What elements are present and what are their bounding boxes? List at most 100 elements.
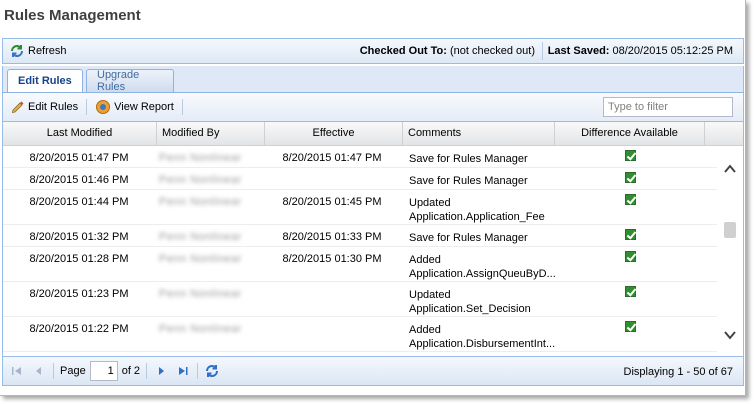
last-page-button[interactable] [175,363,191,379]
reload-icon [206,365,219,377]
first-page-button[interactable] [9,363,25,379]
difference-check-icon[interactable] [624,194,636,205]
modified-by-value: Penn Nonlinear [159,231,242,243]
view-report-label: View Report [114,101,174,113]
next-page-icon [159,367,165,375]
edit-rules-label: Edit Rules [28,101,79,113]
last-modified-cell: 8/20/2015 01:32 PM [29,231,129,243]
comments-cell: Updated Application.Application_Fee [409,196,555,224]
top-toolbar: Refresh Checked Out To: (not checked out… [2,38,744,64]
tab-edit-rules[interactable]: Edit Rules [7,69,83,92]
scrollbar-thumb[interactable] [724,222,736,238]
toolbar-separator [542,42,543,60]
scroll-up-icon[interactable] [723,162,737,176]
last-modified-cell: 8/20/2015 01:23 PM [29,288,129,300]
last-modified-cell: 8/20/2015 01:44 PM [29,196,129,208]
difference-check-icon[interactable] [624,150,636,161]
comment-line: Application.Application_Fee [409,211,545,223]
previous-page-icon [36,367,41,375]
modified-by-cell: Penn Nonlinear [159,196,263,208]
table-row[interactable]: 8/20/2015 01:23 PM Penn Nonlinear Update… [3,282,717,317]
comment-line: Updated [409,197,451,209]
last-saved-label: Last Saved: [547,45,610,57]
comments-cell: Save for Rules Manager [409,152,555,166]
vertical-scrollbar[interactable] [717,146,743,356]
comments-cell: Updated Application.Set_Decision [409,288,555,316]
pager-separator [53,363,54,379]
difference-check-icon[interactable] [624,172,636,183]
next-page-button[interactable] [153,363,169,379]
rules-grid: Last Modified Modified By Effective Comm… [2,122,744,356]
filter-input[interactable] [603,97,733,117]
difference-check-icon[interactable] [624,251,636,262]
comment-line: Application.AssignQueuByD... [409,268,556,280]
refresh-label: Refresh [28,45,67,57]
comment-line: Save for Rules Manager [409,175,528,187]
tab-strip: Edit Rules Upgrade Rules [2,66,744,93]
last-modified-cell: 8/20/2015 01:28 PM [29,253,129,265]
difference-check-icon[interactable] [624,229,636,240]
table-row[interactable]: 8/20/2015 01:32 PM Penn Nonlinear 8/20/2… [3,225,717,247]
last-saved-status: Last Saved: 08/20/2015 05:12:25 PM [548,45,733,57]
modified-by-value: Penn Nonlinear [159,253,242,265]
view-report-button[interactable]: View Report [95,99,174,115]
column-header-last-modified[interactable]: Last Modified [3,122,157,146]
comment-line: Added [409,324,441,336]
difference-cell [555,229,705,243]
page-number-input[interactable] [89,361,118,381]
effective-cell: 8/20/2015 01:45 PM [282,196,382,208]
table-row[interactable]: 8/20/2015 01:22 PM Penn Nonlinear Added A… [3,317,717,352]
checked-out-label: Checked Out To: [359,45,447,57]
comments-cell: Added Application.AssignQueuByD... [409,253,556,281]
refresh-button[interactable]: Refresh [9,43,67,59]
effective-cell: 8/20/2015 01:33 PM [282,231,382,243]
last-modified-cell: 8/20/2015 01:46 PM [29,174,129,186]
last-page-icon [179,367,188,375]
grid-body: 8/20/2015 01:47 PM Penn Nonlinear 8/20/2… [3,146,717,352]
difference-cell [555,251,705,265]
modified-by-cell: Penn Nonlinear [159,323,263,335]
scroll-down-icon[interactable] [723,328,737,342]
pager-separator [197,363,199,379]
page-label: Page [60,365,86,377]
rules-toolbar: Edit Rules View Report [2,92,744,122]
modified-by-cell: Penn Nonlinear [159,174,263,186]
paging-summary: Displaying 1 - 50 of 67 [623,366,733,378]
modified-by-value: Penn Nonlinear [159,288,242,300]
modified-by-cell: Penn Nonlinear [159,288,263,300]
tab-upgrade-rules[interactable]: Upgrade Rules [86,69,174,93]
column-header-modified-by[interactable]: Modified By [157,122,265,146]
column-header-effective[interactable]: Effective [265,122,403,146]
comments-cell: Save for Rules Manager [409,174,555,188]
comment-line: Application.DisbursementInt... [409,338,556,350]
effective-cell: 8/20/2015 01:47 PM [282,152,382,164]
pencil-icon [11,101,24,114]
difference-cell [555,150,705,164]
reload-button[interactable] [204,363,220,379]
table-row[interactable]: 8/20/2015 01:47 PM Penn Nonlinear 8/20/2… [3,146,717,168]
difference-check-icon[interactable] [624,286,636,297]
edit-rules-button[interactable]: Edit Rules [11,100,78,114]
modified-by-cell: Penn Nonlinear [159,231,263,243]
difference-cell [555,321,705,335]
table-row[interactable]: 8/20/2015 01:28 PM Penn Nonlinear 8/20/2… [3,247,717,282]
modified-by-value: Penn Nonlinear [159,174,242,186]
modified-by-cell: Penn Nonlinear [159,253,263,265]
page-title: Rules Management [4,7,141,24]
comment-line: Save for Rules Manager [409,232,528,244]
column-header-comments[interactable]: Comments [403,122,555,146]
difference-cell [555,194,705,208]
last-modified-cell: 8/20/2015 01:22 PM [29,323,129,335]
page-count-label: of 2 [121,365,141,377]
pager-separator [146,363,148,379]
table-row[interactable]: 8/20/2015 01:46 PM Penn Nonlinear Save f… [3,168,717,190]
table-row[interactable]: 8/20/2015 01:44 PM Penn Nonlinear 8/20/2… [3,190,717,225]
difference-check-icon[interactable] [624,321,636,332]
last-saved-value: 08/20/2015 05:12:25 PM [612,45,733,57]
checked-out-value: (not checked out) [450,45,535,57]
modified-by-cell: Penn Nonlinear [159,152,263,164]
previous-page-button[interactable] [31,363,47,379]
column-header-difference-available[interactable]: Difference Available [555,122,705,146]
column-header-spacer [705,122,743,146]
comment-line: Save for Rules Manager [409,153,528,165]
